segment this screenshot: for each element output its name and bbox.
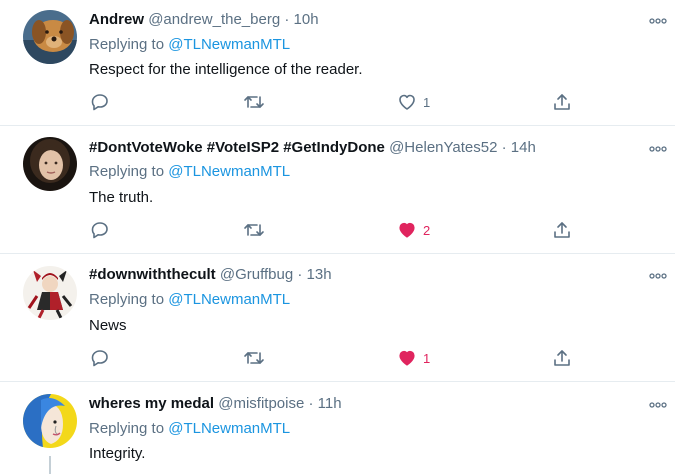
timestamp[interactable]: 11h: [318, 395, 342, 412]
retweet-button[interactable]: [243, 346, 265, 370]
replying-to-line: Replying to @TLNewmanMTL: [89, 35, 290, 55]
replying-to-line: Replying to @TLNewmanMTL: [89, 290, 290, 310]
share-icon: [552, 92, 572, 112]
retweet-icon: [243, 220, 265, 240]
avatar[interactable]: [23, 10, 77, 64]
separator-dot: ·: [284, 11, 290, 28]
reply-icon: [90, 220, 110, 240]
timestamp[interactable]: 14h: [511, 139, 536, 156]
like-count: 1: [423, 350, 431, 366]
replying-to-mention[interactable]: @TLNewmanMTL: [168, 420, 290, 437]
replying-to-line: Replying to @TLNewmanMTL: [89, 162, 290, 182]
more-options-icon[interactable]: [648, 142, 668, 154]
thread-connector-line: [49, 456, 51, 474]
display-name[interactable]: #downwiththecult: [89, 266, 216, 283]
more-options-icon[interactable]: [648, 398, 668, 410]
tweet-card[interactable]: Andrew @andrew_the_berg · 10h Replying t…: [0, 0, 675, 126]
retweet-icon: [243, 92, 265, 112]
tweet-actions: 1: [0, 346, 675, 370]
like-icon: [397, 348, 417, 368]
tweet-card[interactable]: #downwiththecult @Gruffbug · 13h Replyin…: [0, 254, 675, 381]
avatar[interactable]: [23, 137, 77, 191]
replying-to-label: Replying to: [89, 291, 169, 308]
user-handle[interactable]: @andrew_the_berg: [148, 11, 280, 28]
tweet-actions: 2: [0, 218, 675, 242]
retweet-icon: [243, 348, 265, 368]
share-icon: [552, 348, 572, 368]
replying-to-mention[interactable]: @TLNewmanMTL: [168, 291, 290, 308]
replying-to-mention[interactable]: @TLNewmanMTL: [168, 36, 290, 53]
avatar[interactable]: [23, 266, 77, 320]
share-button[interactable]: [552, 218, 572, 242]
user-handle[interactable]: @misfitpoise: [218, 395, 304, 412]
display-name[interactable]: Andrew: [89, 11, 144, 28]
replying-to-mention[interactable]: @TLNewmanMTL: [168, 163, 290, 180]
replying-to-line: Replying to @TLNewmanMTL: [89, 419, 290, 439]
replying-to-label: Replying to: [89, 36, 169, 53]
share-button[interactable]: [552, 90, 572, 114]
replying-to-label: Replying to: [89, 420, 169, 437]
timestamp[interactable]: 13h: [307, 266, 332, 283]
reply-button[interactable]: [90, 218, 110, 242]
retweet-button[interactable]: [243, 218, 265, 242]
separator-dot: ·: [297, 266, 303, 283]
user-handle[interactable]: @HelenYates52: [389, 139, 497, 156]
replying-to-label: Replying to: [89, 163, 169, 180]
display-name[interactable]: #DontVoteWoke #VoteISP2 #GetIndyDone: [89, 139, 385, 156]
more-options-icon[interactable]: [648, 14, 668, 26]
more-options-icon[interactable]: [648, 269, 668, 281]
tweet-text: News: [89, 317, 127, 334]
share-button[interactable]: [552, 346, 572, 370]
reply-button[interactable]: [90, 346, 110, 370]
tweet-card[interactable]: wheres my medal @misfitpoise · 11h Reply…: [0, 382, 675, 474]
like-count: 1: [423, 94, 431, 110]
reply-button[interactable]: [90, 90, 110, 114]
retweet-button[interactable]: [243, 90, 265, 114]
avatar[interactable]: [23, 394, 77, 448]
like-button[interactable]: 1: [397, 346, 430, 370]
user-handle[interactable]: @Gruffbug: [220, 266, 293, 283]
tweet-text: The truth.: [89, 189, 154, 206]
like-icon: [397, 220, 417, 240]
reply-icon: [90, 348, 110, 368]
like-count: 2: [423, 222, 431, 238]
display-name[interactable]: wheres my medal: [89, 395, 214, 412]
like-icon: [397, 92, 417, 112]
tweet-text: Integrity.: [89, 445, 146, 462]
like-button[interactable]: 2: [397, 218, 430, 242]
tweet-card[interactable]: #DontVoteWoke #VoteISP2 #GetIndyDone @He…: [0, 126, 675, 254]
share-icon: [552, 220, 572, 240]
separator-dot: ·: [501, 139, 507, 156]
like-button[interactable]: 1: [397, 90, 430, 114]
tweet-text: Respect for the intelligence of the read…: [89, 61, 363, 78]
timestamp[interactable]: 10h: [294, 11, 319, 28]
separator-dot: ·: [308, 395, 314, 412]
reply-icon: [90, 92, 110, 112]
tweet-actions: 1: [0, 90, 675, 114]
